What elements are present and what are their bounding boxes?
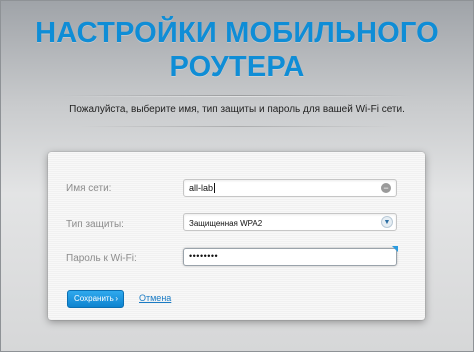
save-button-label: Сохранить — [74, 294, 114, 303]
clear-icon[interactable]: − — [381, 183, 391, 193]
title-line-2: РОУТЕРА — [169, 51, 305, 83]
page-title: НАСТРОЙКИ МОБИЛЬНОГО РОУТЕРА — [0, 16, 474, 84]
chevron-down-icon[interactable]: ▼ — [381, 216, 393, 228]
arrow-right-icon: › — [115, 294, 118, 303]
ssid-input[interactable]: all-lab − — [183, 179, 397, 197]
password-label: Пароль к Wi-Fi: — [66, 253, 137, 264]
security-label: Тип защиты: — [66, 219, 124, 230]
cancel-link[interactable]: Отмена — [139, 293, 171, 303]
ssid-label: Имя сети: — [66, 183, 112, 194]
title-line-1: НАСТРОЙКИ МОБИЛЬНОГО — [35, 17, 439, 49]
security-value: Защищенная WPA2 — [189, 219, 263, 228]
password-input[interactable]: •••••••• — [183, 246, 398, 266]
text-cursor — [214, 183, 216, 193]
divider-highlight — [62, 96, 412, 97]
ssid-value: all-lab — [189, 183, 216, 193]
password-value: •••••••• — [189, 251, 219, 261]
divider — [80, 126, 394, 127]
save-button[interactable]: Сохранить › — [67, 290, 124, 308]
instructions-text: Пожалуйста, выберите имя, тип защиты и п… — [69, 104, 405, 115]
resize-corner-icon — [392, 246, 398, 252]
security-select[interactable]: Защищенная WPA2 ▼ — [183, 213, 397, 231]
